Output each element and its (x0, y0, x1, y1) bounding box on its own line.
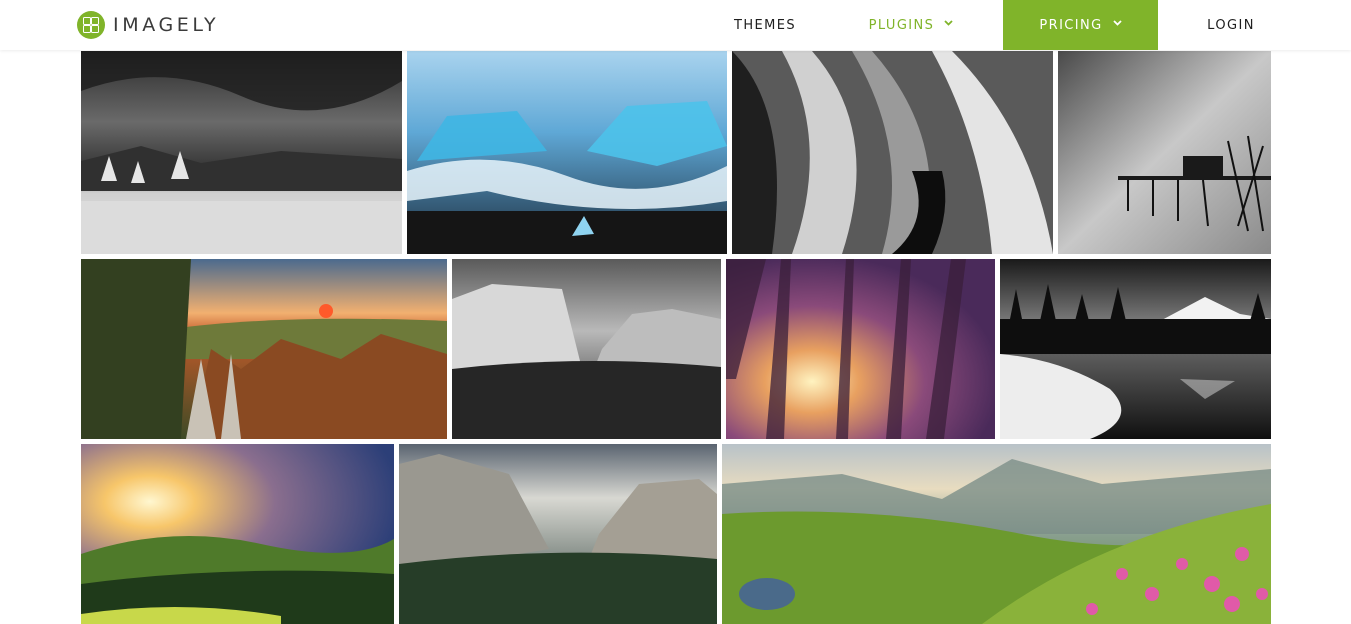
gallery-photo-4[interactable] (1058, 51, 1271, 254)
gallery-photo-2[interactable] (407, 51, 727, 254)
imagely-logo[interactable]: IMAGELY (77, 11, 219, 39)
nav-plugins[interactable]: PLUGINS (852, 0, 970, 50)
nav-pricing-label: PRICING (1039, 17, 1103, 33)
gallery-photo-9[interactable] (81, 444, 394, 624)
photo-gallery (0, 0, 1351, 624)
nav-themes-label: THEMES (733, 17, 796, 33)
brand-name: IMAGELY (113, 14, 220, 36)
gallery-photo-11[interactable] (722, 444, 1271, 624)
nav-pricing[interactable]: PRICING (1003, 0, 1158, 50)
chevron-down-icon (1112, 19, 1122, 29)
gallery-photo-3[interactable] (732, 51, 1053, 254)
gallery-photo-5[interactable] (81, 259, 447, 439)
nav-login-label: LOGIN (1207, 17, 1255, 33)
nav-themes[interactable]: THEMES (719, 0, 811, 50)
site-header: IMAGELY THEMES PLUGINS PRICING LOGIN (0, 0, 1351, 50)
gallery-photo-6[interactable] (452, 259, 721, 439)
gallery-photo-1[interactable] (81, 51, 402, 254)
nav-login[interactable]: LOGIN (1190, 0, 1272, 50)
imagely-logo-icon (77, 11, 105, 39)
gallery-photo-10[interactable] (399, 444, 717, 624)
gallery-photo-7[interactable] (726, 259, 995, 439)
nav-plugins-label: PLUGINS (868, 17, 935, 33)
chevron-down-icon (944, 19, 953, 29)
gallery-photo-8[interactable] (1000, 259, 1271, 439)
